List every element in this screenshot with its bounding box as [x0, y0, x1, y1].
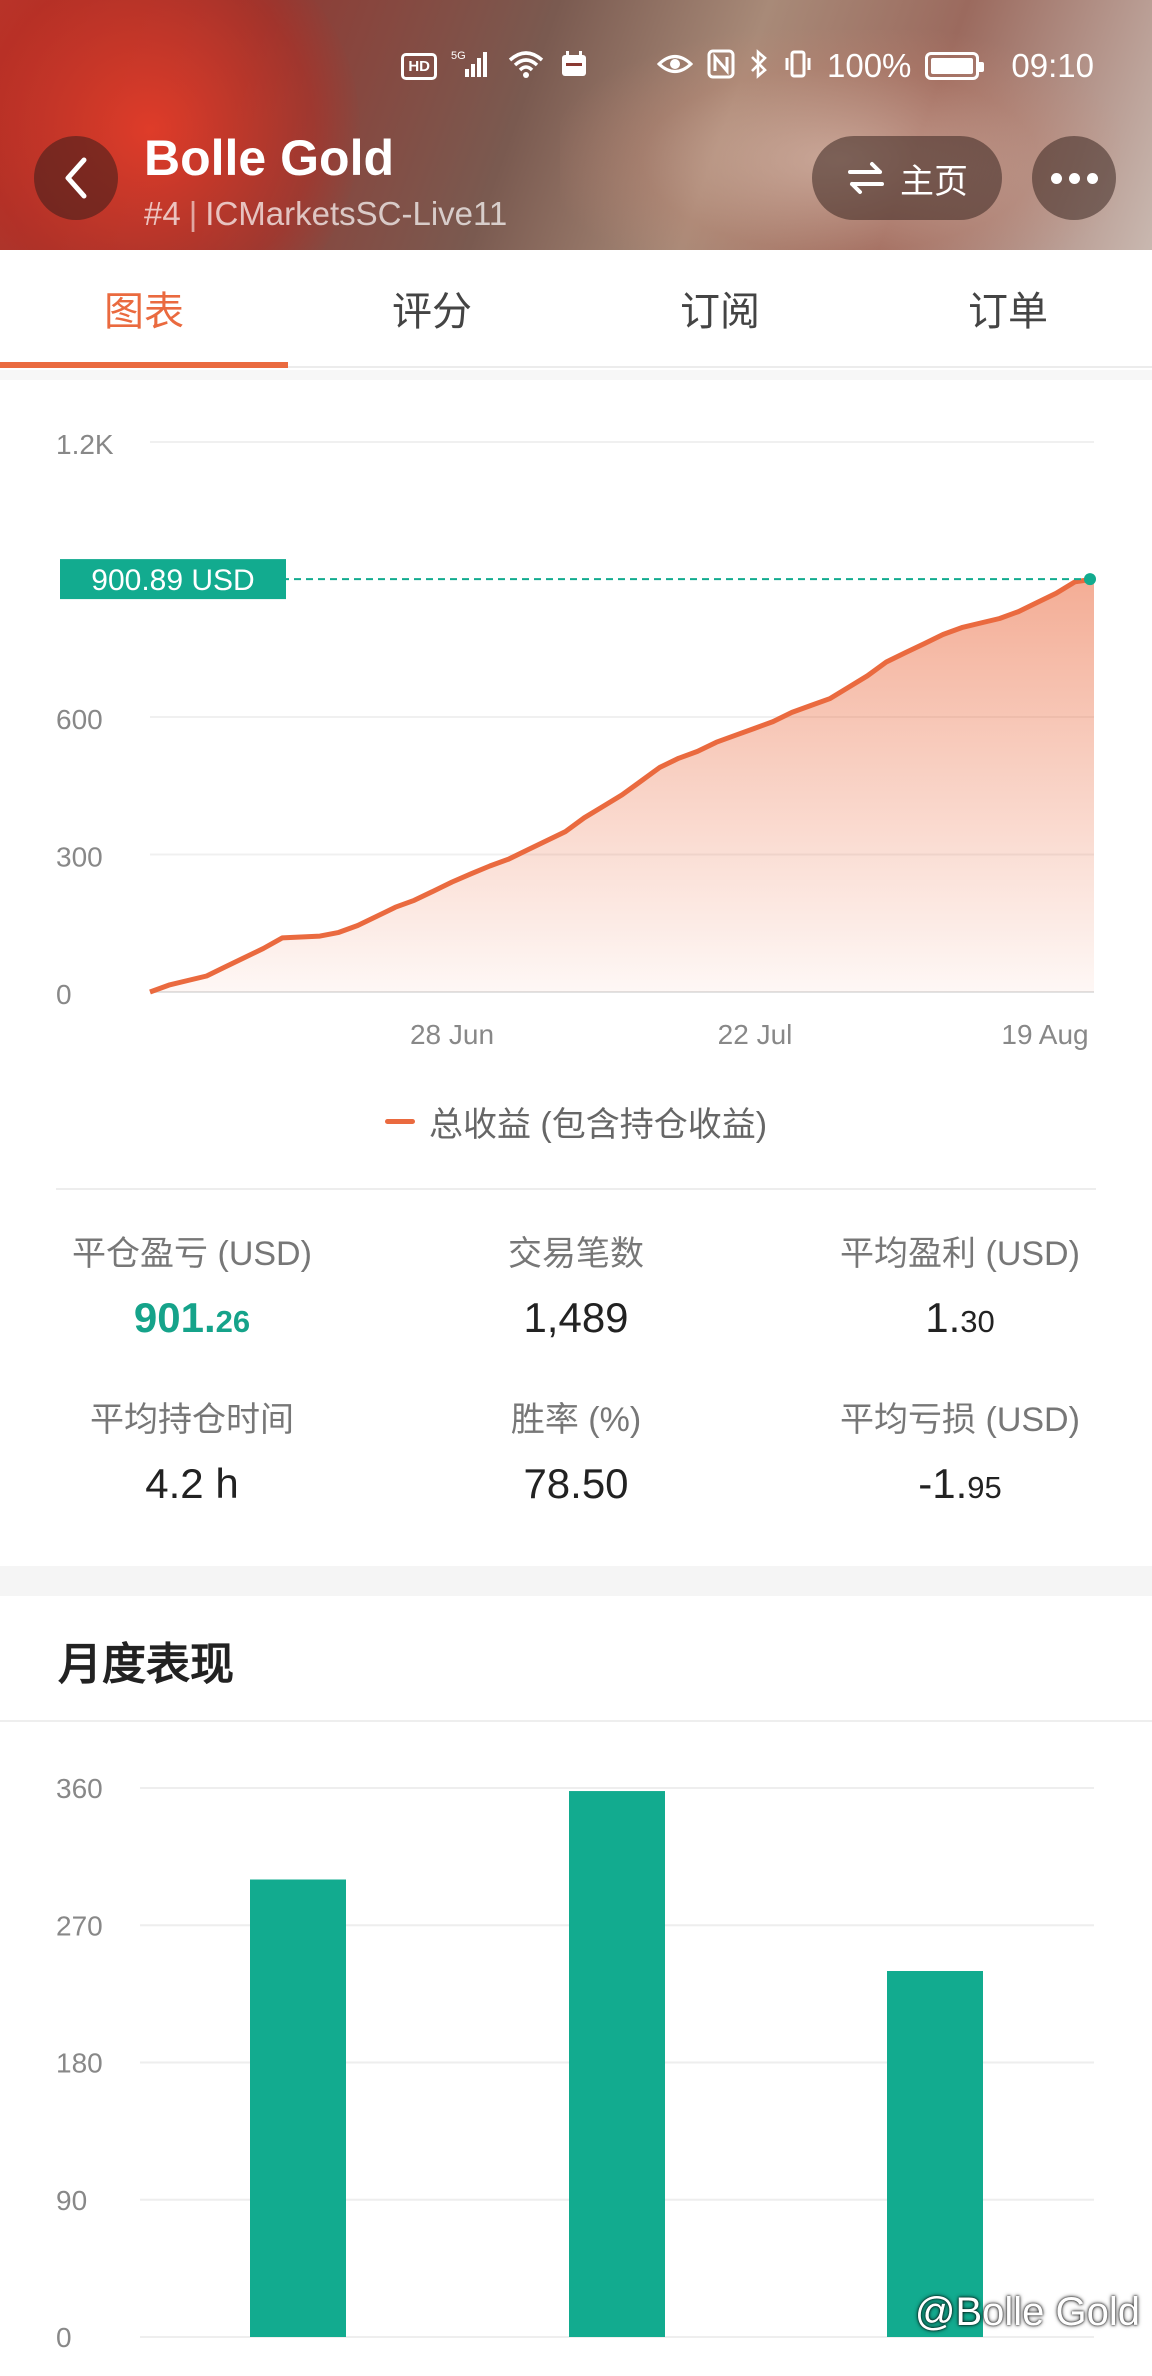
equity-chart: 0 300 600 1.2K 28 Jun 22 Jul 19 Aug 900.89 USD — [56, 429, 1096, 1050]
current-value-label: 900.89 USD — [91, 564, 254, 597]
battery-percent: 100% — [827, 47, 912, 84]
monthly-section-title: 月度表现 — [58, 1640, 234, 1689]
stat-avg-profit: 平均盈利 (USD) 1.30 — [768, 1230, 1152, 1396]
header: HD 5G 100% 09:10 Bolle Gold #4 | ICMarke… — [0, 0, 1152, 250]
stat-trade-count: 交易笔数 1,489 — [384, 1230, 768, 1396]
eye-icon — [656, 49, 694, 84]
stat-value-decimals: 95 — [967, 1470, 1002, 1505]
tab-shadow — [0, 370, 1152, 380]
nfc-icon — [707, 49, 735, 84]
tab-rating[interactable]: 评分 — [288, 250, 576, 366]
stat-value: 78.50 — [384, 1456, 768, 1516]
stat-value-decimals: 26 — [215, 1304, 251, 1339]
watermark: @Bolle Gold — [914, 2290, 1140, 2334]
y-tick-label: 300 — [56, 842, 103, 873]
network-type: 5G — [451, 50, 466, 62]
more-options-button[interactable] — [1032, 136, 1116, 220]
monthly-divider — [0, 1720, 1152, 1722]
stat-value-main: 4.2 h — [145, 1460, 239, 1507]
more-dot-icon — [1068, 172, 1080, 184]
server-label: ICMarketsSC-Live11 — [205, 195, 508, 232]
stat-value-main: 901. — [133, 1294, 216, 1341]
back-button[interactable] — [34, 136, 118, 220]
tab-chart[interactable]: 图表 — [0, 250, 288, 368]
y-tick-label: 90 — [56, 2185, 87, 2216]
y-tick-label: 0 — [56, 2322, 72, 2353]
vibrate-icon — [783, 49, 813, 84]
section-gap — [0, 1566, 1152, 1596]
x-tick-label: Jul 2022 — [564, 2371, 670, 2376]
current-value-dot — [1084, 573, 1096, 586]
x-tick-label: 22 Jul — [718, 1019, 793, 1050]
chevron-left-icon — [65, 157, 87, 199]
hd-icon: HD — [401, 52, 437, 80]
y-tick-label: 1.2K — [56, 429, 114, 460]
status-bar: HD 5G 100% 09:10 — [401, 46, 1094, 86]
stat-value-decimals: 30 — [960, 1304, 995, 1339]
tab-subscribe[interactable]: 订阅 — [576, 250, 864, 366]
stat-label: 平均亏损 (USD) — [840, 1401, 1080, 1439]
stat-value: 1.30 — [768, 1290, 1152, 1350]
page-title: Bolle Gold — [144, 130, 394, 186]
stat-win-rate: 胜率 (%) 78.50 — [384, 1396, 768, 1562]
stat-closed-pnl: 平仓盈亏 (USD) 901.26 — [0, 1230, 384, 1396]
month-bar — [250, 1879, 346, 2337]
equity-area — [150, 579, 1094, 992]
x-tick-label: Aug 2022 — [875, 2371, 995, 2376]
y-tick-label: 270 — [56, 1910, 103, 1941]
stat-value: -1.95 — [768, 1456, 1152, 1516]
subtitle-separator: | — [188, 195, 198, 232]
monthly-bar-chart: 0 90 180 270 360 Jun 2022 Jul 2022 Aug 2022 — [56, 1773, 1094, 2376]
tab-bar: 图表 评分 订阅 订单 — [0, 250, 1152, 368]
stat-avg-loss: 平均亏损 (USD) -1.95 — [768, 1396, 1152, 1562]
signal-icon: 5G — [451, 49, 493, 84]
x-tick-label: Jun 2022 — [240, 2371, 355, 2376]
tab-orders[interactable]: 订单 — [864, 250, 1152, 366]
y-tick-label: 180 — [56, 2048, 103, 2079]
account-subtitle: #4 | ICMarketsSC-Live11 — [144, 192, 507, 236]
x-tick-label: 19 Aug — [1001, 1019, 1088, 1050]
stat-value: 1,489 — [384, 1290, 768, 1350]
stat-label: 交易笔数 — [508, 1235, 644, 1273]
stat-value-main: 78.50 — [523, 1460, 629, 1507]
month-bar — [887, 1971, 983, 2337]
rank-label: #4 — [144, 195, 181, 232]
stat-label: 胜率 (%) — [510, 1401, 642, 1439]
stats-row: 平仓盈亏 (USD) 901.26 交易笔数 1,489 平均盈利 (USD) … — [0, 1230, 1152, 1396]
stats-grid: 平仓盈亏 (USD) 901.26 交易笔数 1,489 平均盈利 (USD) … — [0, 1230, 1152, 1562]
month-bar — [569, 1791, 665, 2337]
stat-value-main: 1,489 — [523, 1294, 629, 1341]
calendar-icon — [559, 49, 589, 84]
more-dot-icon — [1086, 172, 1098, 184]
stats-row: 平均持仓时间 4.2 h 胜率 (%) 78.50 平均亏损 (USD) -1.… — [0, 1396, 1152, 1562]
stat-label: 平仓盈亏 (USD) — [72, 1235, 312, 1273]
stat-value: 4.2 h — [0, 1456, 384, 1516]
chart-legend: 总收益 (包含持仓收益) — [0, 1096, 1152, 1146]
stat-label: 平均持仓时间 — [90, 1401, 294, 1439]
legend-swatch — [384, 1118, 415, 1124]
clock: 09:10 — [1011, 47, 1094, 84]
title-block: Bolle Gold #4 | ICMarketsSC-Live11 — [144, 128, 507, 236]
y-tick-label: 0 — [56, 979, 72, 1010]
bluetooth-icon — [749, 48, 769, 84]
battery-icon — [925, 52, 985, 80]
home-button[interactable]: 主页 — [812, 136, 1002, 220]
stat-avg-hold-time: 平均持仓时间 4.2 h — [0, 1396, 384, 1562]
stat-value-main: -1. — [918, 1460, 968, 1507]
legend-label: 总收益 (包含持仓收益) — [428, 1105, 768, 1144]
home-button-label: 主页 — [900, 162, 968, 201]
y-tick-label: 600 — [56, 704, 103, 735]
stat-value-main: 1. — [925, 1294, 961, 1341]
chart-divider — [56, 1188, 1096, 1190]
y-tick-label: 360 — [56, 1773, 103, 1804]
more-dot-icon — [1050, 172, 1062, 184]
wifi-icon — [507, 49, 545, 84]
x-tick-label: 28 Jun — [410, 1019, 494, 1050]
swap-icon — [848, 162, 884, 194]
stat-label: 平均盈利 (USD) — [840, 1235, 1080, 1273]
stat-value: 901.26 — [0, 1290, 384, 1350]
